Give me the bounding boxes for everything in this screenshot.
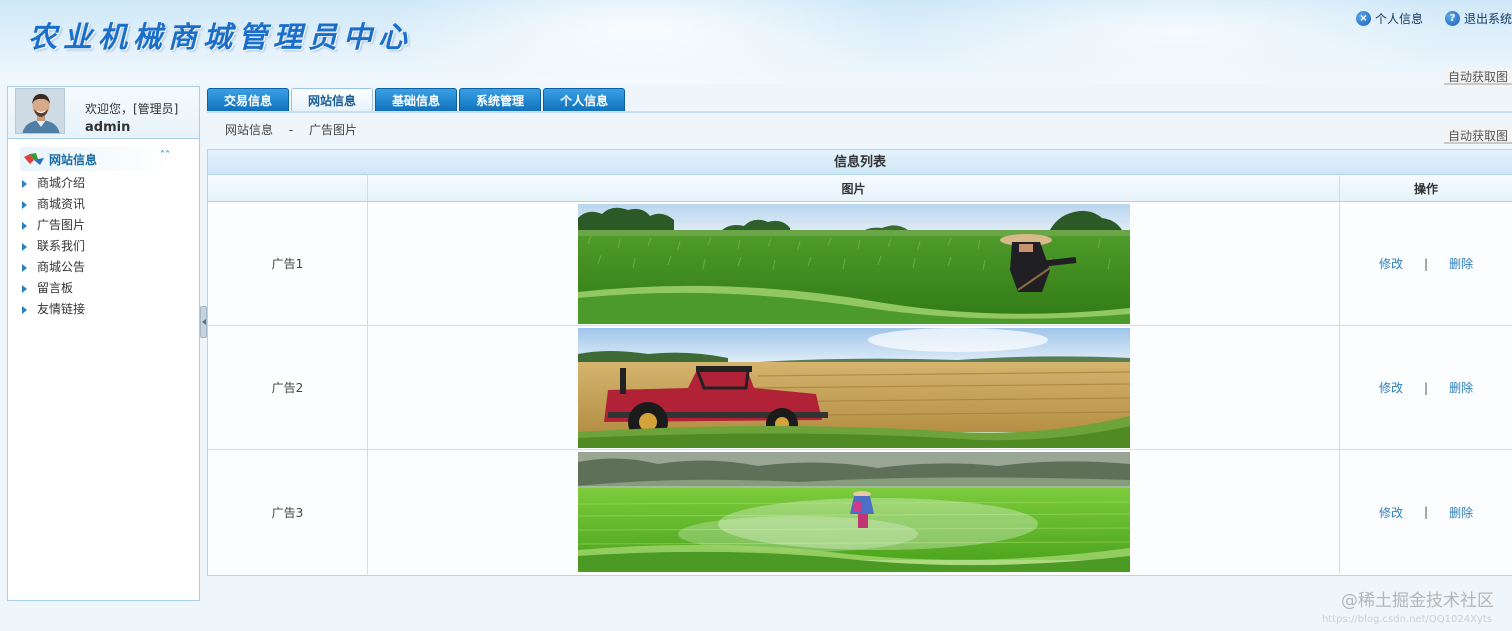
ad-image-tractor (577, 327, 1130, 448)
edit-link[interactable]: 修改 (1379, 255, 1403, 272)
site-title: 农业机械商城管理员中心 (28, 20, 414, 54)
main-tabs: 交易信息 网站信息 基础信息 系统管理 个人信息 (207, 88, 626, 112)
action-separator: | (1424, 256, 1429, 271)
profile-link[interactable]: × 个人信息 (1355, 10, 1423, 27)
sidebar-item-label: 商城介绍 (37, 176, 86, 190)
user-box: 欢迎您，[管理员] admin (8, 87, 199, 139)
sidebar-collapse-handle[interactable] (200, 306, 207, 338)
tab-personal-info[interactable]: 个人信息 (543, 88, 626, 112)
table-header: 图片 操作 (208, 175, 1512, 202)
sidebar-item-label: 商城公告 (37, 260, 86, 274)
collapse-icon[interactable]: ˄˄ (160, 150, 170, 161)
logout-link-label: 退出系统 (1463, 12, 1512, 26)
ad-image-cell (368, 450, 1341, 574)
column-header-actions: 操作 (1414, 181, 1439, 196)
ad-image-cell (368, 202, 1341, 325)
action-separator: | (1424, 505, 1429, 519)
breadcrumb-separator: - (288, 123, 294, 137)
tab-basic-info[interactable]: 基础信息 (375, 88, 458, 112)
section-logo-icon (24, 153, 44, 165)
table-row: 广告3 修改 | 删除 (208, 450, 1512, 574)
menu-section-title: 网站信息 (49, 153, 98, 167)
bullet-triangle-icon (22, 243, 27, 251)
header: 农业机械商城管理员中心 × 个人信息 ? 退出系统 (0, 0, 1512, 84)
table-row: 广告2 修改 | 删除 (208, 326, 1512, 450)
action-separator: | (1424, 380, 1429, 395)
bullet-triangle-icon (22, 264, 27, 272)
ad-image-farmer-field (577, 203, 1130, 324)
sidebar-item-contact-us[interactable]: 联系我们 (8, 236, 199, 257)
sidebar-item-message-board[interactable]: 留言板 (8, 278, 199, 299)
ad-name: 广告1 (208, 202, 368, 325)
edit-link[interactable]: 修改 (1379, 379, 1403, 396)
table-row: 广告1 修改 | 删除 (208, 202, 1512, 326)
tab-trade-info[interactable]: 交易信息 (207, 88, 290, 112)
tab-underline (207, 111, 1512, 113)
row-actions: 修改 | 删除 (1340, 450, 1512, 574)
chevron-left-icon (201, 319, 206, 325)
row-actions: 修改 | 删除 (1340, 202, 1512, 325)
delete-link[interactable]: 删除 (1449, 379, 1473, 396)
ad-image-spraying-field (577, 452, 1130, 572)
row-actions: 修改 | 删除 (1340, 326, 1512, 449)
delete-link[interactable]: 删除 (1449, 255, 1473, 272)
sidebar-item-announcements[interactable]: 商城公告 (8, 257, 199, 278)
avatar (15, 88, 65, 134)
table-caption: 信息列表 (208, 150, 1512, 175)
watermark: @稀土掘金技术社区 (1341, 591, 1494, 611)
column-header-name (208, 175, 368, 201)
ad-name: 广告2 (208, 326, 368, 449)
sidebar-item-label: 联系我们 (37, 239, 86, 253)
watermark-url: https://blog.csdn.net/QQ1024Xyts (1321, 614, 1492, 625)
tab-system-management[interactable]: 系统管理 (459, 88, 542, 112)
sidebar-item-friend-links[interactable]: 友情链接 (8, 299, 199, 320)
bullet-triangle-icon (22, 285, 27, 293)
bullet-triangle-icon (22, 180, 27, 188)
info-table: 信息列表 图片 操作 广告1 修改 | 删除 广告2 修改 | 删除 广告3 修… (207, 149, 1512, 576)
edit-link[interactable]: 修改 (1379, 504, 1403, 521)
ad-name: 广告3 (208, 450, 368, 574)
bullet-triangle-icon (22, 201, 27, 209)
auto-fetch-button[interactable]: 自动获取图 (1444, 127, 1512, 144)
header-glow (380, 0, 900, 84)
sidebar-menu: 商城介绍 商城资讯 广告图片 联系我们 商城公告 留言板 友情链接 (8, 173, 199, 320)
delete-link[interactable]: 删除 (1449, 504, 1473, 521)
sidebar-item-label: 商城资讯 (37, 197, 86, 211)
sidebar-item-mall-intro[interactable]: 商城介绍 (8, 173, 199, 194)
breadcrumb-parent: 网站信息 (225, 123, 274, 137)
auto-fetch-button[interactable]: 自动获取图 (1444, 68, 1512, 85)
logout-link[interactable]: ? 退出系统 (1444, 10, 1512, 27)
sidebar-item-label: 友情链接 (37, 302, 86, 316)
sidebar: 欢迎您，[管理员] admin 网站信息 ˄˄ 商城介绍 商城资讯 广告图片 联… (7, 86, 200, 601)
bullet-triangle-icon (22, 222, 27, 230)
profile-link-label: 个人信息 (1374, 12, 1423, 26)
ad-image-cell (368, 326, 1341, 449)
welcome-text: 欢迎您，[管理员] (85, 102, 179, 116)
sidebar-item-label: 广告图片 (37, 218, 86, 232)
help-question-icon: ? (1444, 11, 1460, 26)
sidebar-item-ad-images[interactable]: 广告图片 (8, 215, 199, 236)
info-x-icon: × (1355, 11, 1371, 26)
sidebar-item-label: 留言板 (37, 281, 74, 295)
menu-section-header[interactable]: 网站信息 ˄˄ (20, 147, 170, 171)
username: admin (85, 120, 131, 135)
top-links: × 个人信息 ? 退出系统 (1355, 10, 1512, 27)
sidebar-item-mall-news[interactable]: 商城资讯 (8, 194, 199, 215)
column-header-image: 图片 (368, 175, 1341, 201)
tab-website-info[interactable]: 网站信息 (291, 88, 374, 112)
breadcrumb-current: 广告图片 (309, 123, 358, 137)
bullet-triangle-icon (22, 306, 27, 314)
breadcrumb: 网站信息 - 广告图片 (225, 121, 357, 138)
